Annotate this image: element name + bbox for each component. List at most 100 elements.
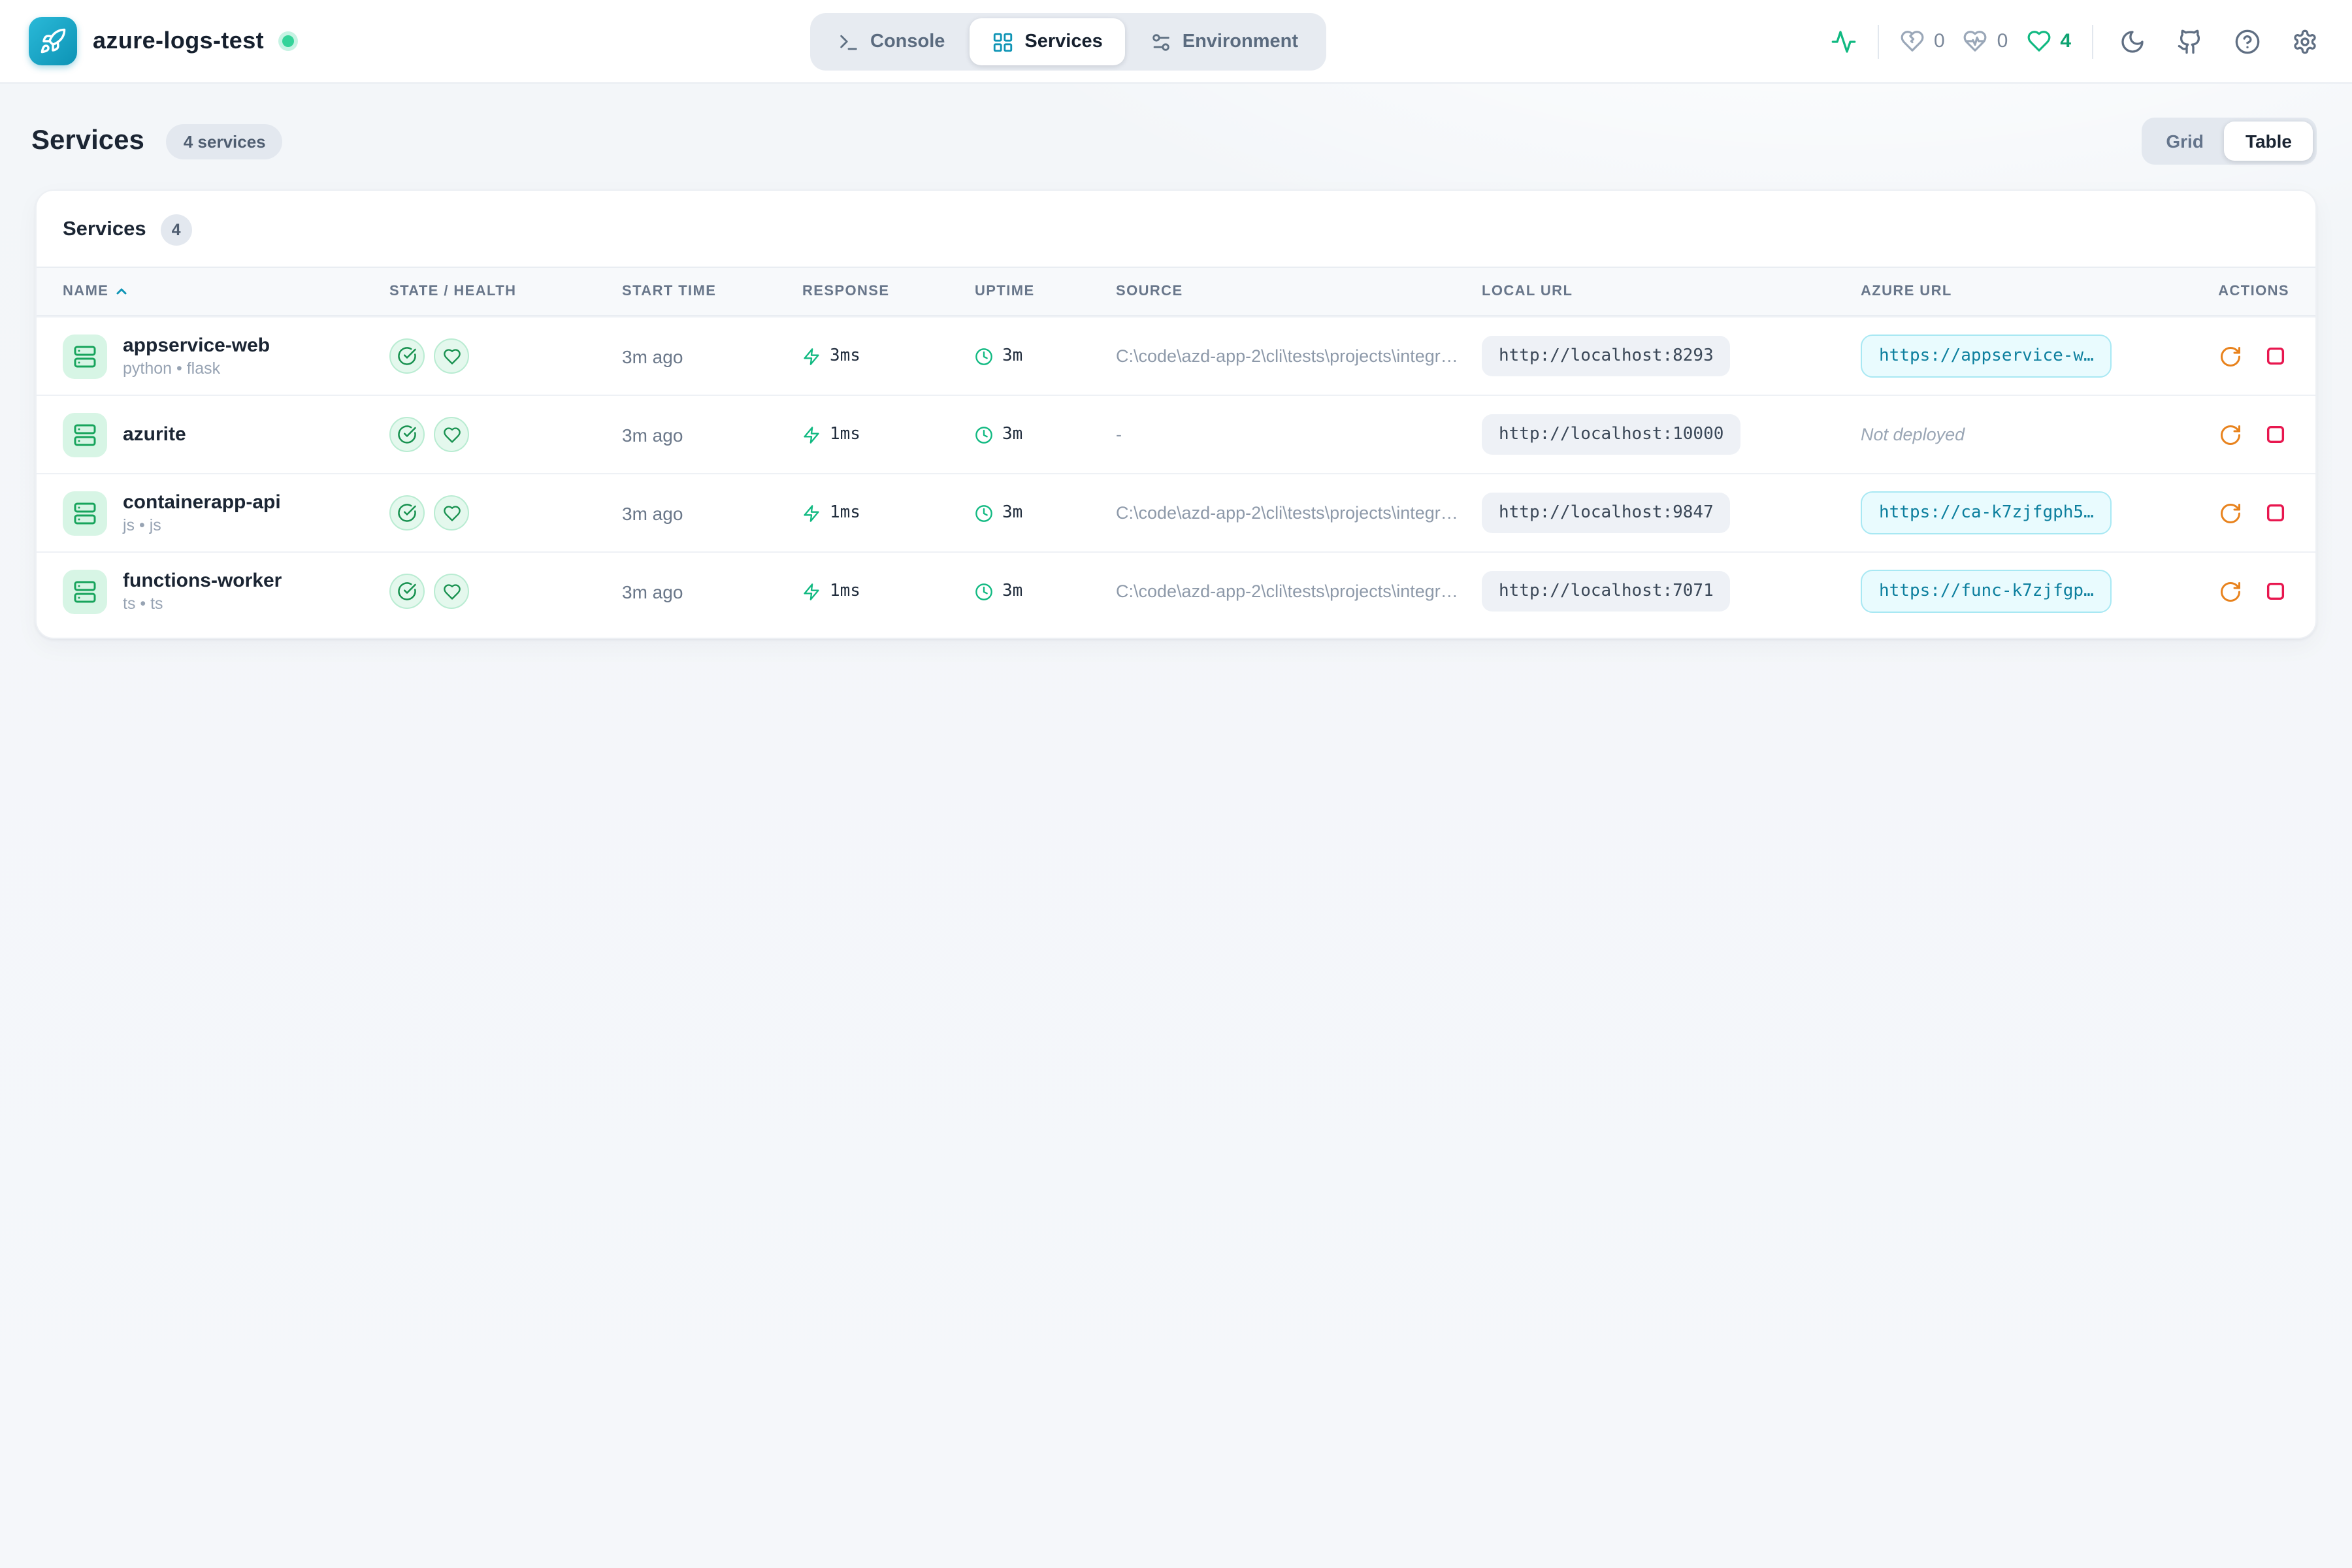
tab-services[interactable]: Services <box>970 18 1124 65</box>
azure-url-link[interactable]: https://func-k7zjfgp… <box>1861 570 2112 613</box>
column-header-response[interactable]: RESPONSE <box>802 284 975 299</box>
brand: azure-logs-test <box>29 17 294 65</box>
table-view-button[interactable]: Table <box>2225 122 2313 161</box>
healthy-counter: 4 <box>2026 29 2071 54</box>
local-url-pill[interactable]: http://localhost:8293 <box>1482 336 1731 376</box>
service-name: containerapp-api <box>123 491 281 514</box>
service-name: appservice-web <box>123 335 270 357</box>
check-circle-icon <box>397 503 417 523</box>
check-circle-icon <box>397 346 417 366</box>
restart-service-button[interactable] <box>2216 420 2245 449</box>
activity-icon <box>1831 28 1857 54</box>
health-healthy-badge <box>434 338 469 374</box>
start-time: 3m ago <box>622 581 802 602</box>
check-circle-icon <box>397 425 417 444</box>
service-subtitle: js • js <box>123 516 281 534</box>
health-healthy-badge <box>434 495 469 531</box>
broken-count: 0 <box>1934 30 1945 52</box>
column-header-uptime[interactable]: UPTIME <box>975 284 1116 299</box>
heart-icon <box>2026 29 2051 54</box>
column-header-start-time[interactable]: START TIME <box>622 284 802 299</box>
page-header: Services 4 services Grid Table <box>0 84 2352 165</box>
services-count-badge: 4 services <box>167 123 283 159</box>
uptime: 3m <box>1002 425 1022 444</box>
degraded-counter: 0 <box>1963 29 2008 54</box>
help-button[interactable] <box>2229 23 2266 59</box>
column-header-state[interactable]: STATE / HEALTH <box>389 284 622 299</box>
heart-icon <box>442 347 461 365</box>
grid-icon <box>992 31 1014 53</box>
heart-icon <box>442 582 461 600</box>
clock-icon <box>975 504 993 522</box>
page-title: Services <box>31 125 144 157</box>
azure-url-link[interactable]: https://ca-k7zjfgph5… <box>1861 491 2112 534</box>
stop-icon <box>2264 345 2287 367</box>
main-nav-tabs: Console Services Environment <box>810 13 1326 71</box>
clock-icon <box>975 582 993 600</box>
local-url-pill[interactable]: http://localhost:7071 <box>1482 571 1731 612</box>
restart-service-button[interactable] <box>2216 498 2245 527</box>
table-row: appservice-web python • flask 3m ago 3ms <box>37 316 2315 395</box>
grid-view-button[interactable]: Grid <box>2145 122 2225 161</box>
refresh-icon <box>2219 344 2242 368</box>
service-subtitle: python • flask <box>123 359 270 378</box>
settings-button[interactable] <box>2287 23 2323 59</box>
health-healthy-badge <box>434 417 469 452</box>
server-icon <box>63 412 107 457</box>
tab-console[interactable]: Console <box>815 18 967 65</box>
stop-icon <box>2264 423 2287 446</box>
refresh-icon <box>2219 423 2242 446</box>
service-subtitle: ts • ts <box>123 595 282 613</box>
github-button[interactable] <box>2172 23 2208 59</box>
server-icon <box>63 491 107 535</box>
refresh-icon <box>2219 501 2242 525</box>
server-icon <box>63 334 107 378</box>
heart-icon <box>442 504 461 522</box>
stop-icon <box>2264 580 2287 602</box>
state-running-badge <box>389 574 425 609</box>
state-running-badge <box>389 338 425 374</box>
heart-crack-icon <box>1900 29 1925 54</box>
app-window: azure-logs-test Console Services Env <box>0 0 2352 1568</box>
azure-url-not-deployed: Not deployed <box>1861 424 1965 444</box>
table-row: azurite 3m ago 1ms <box>37 395 2315 473</box>
column-header-name[interactable]: NAME <box>63 284 389 299</box>
gear-icon <box>2292 28 2318 54</box>
heart-pulse-icon <box>1963 29 1988 54</box>
tab-environment-label: Environment <box>1183 31 1298 52</box>
table-header-row: NAME STATE / HEALTH START TIME RESPONSE … <box>37 267 2315 316</box>
broken-counter: 0 <box>1900 29 1945 54</box>
chevron-up-icon <box>114 284 129 299</box>
restart-service-button[interactable] <box>2216 577 2245 606</box>
zap-icon <box>802 582 821 600</box>
local-url-pill[interactable]: http://localhost:9847 <box>1482 493 1731 533</box>
stop-service-button[interactable] <box>2262 578 2289 605</box>
card-header: Services 4 <box>37 191 2315 267</box>
stop-service-button[interactable] <box>2262 499 2289 527</box>
clock-icon <box>975 425 993 444</box>
stop-icon <box>2264 502 2287 524</box>
health-counters: 0 0 4 <box>1900 29 2071 54</box>
source-path: C:\code\azd-app-2\cli\tests\projects\int… <box>1116 581 1482 601</box>
check-circle-icon <box>397 581 417 601</box>
source-path: - <box>1116 425 1482 444</box>
stop-service-button[interactable] <box>2262 342 2289 370</box>
zap-icon <box>802 504 821 522</box>
service-name: functions-worker <box>123 570 282 592</box>
local-url-pill[interactable]: http://localhost:10000 <box>1482 414 1740 455</box>
response-time: 1ms <box>830 581 860 601</box>
theme-toggle-button[interactable] <box>2114 23 2151 59</box>
source-path: C:\code\azd-app-2\cli\tests\projects\int… <box>1116 346 1482 366</box>
top-header: azure-logs-test Console Services Env <box>0 0 2352 84</box>
restart-service-button[interactable] <box>2216 342 2245 370</box>
column-header-source[interactable]: SOURCE <box>1116 284 1482 299</box>
card-title: Services <box>63 218 146 242</box>
column-header-azure-url[interactable]: AZURE URL <box>1861 284 2161 299</box>
moon-icon <box>2119 28 2146 54</box>
uptime: 3m <box>1002 581 1022 601</box>
help-icon <box>2234 28 2261 54</box>
stop-service-button[interactable] <box>2262 421 2289 448</box>
tab-environment[interactable]: Environment <box>1128 18 1320 65</box>
azure-url-link[interactable]: https://appservice-w… <box>1861 335 2112 378</box>
column-header-local-url[interactable]: LOCAL URL <box>1482 284 1861 299</box>
